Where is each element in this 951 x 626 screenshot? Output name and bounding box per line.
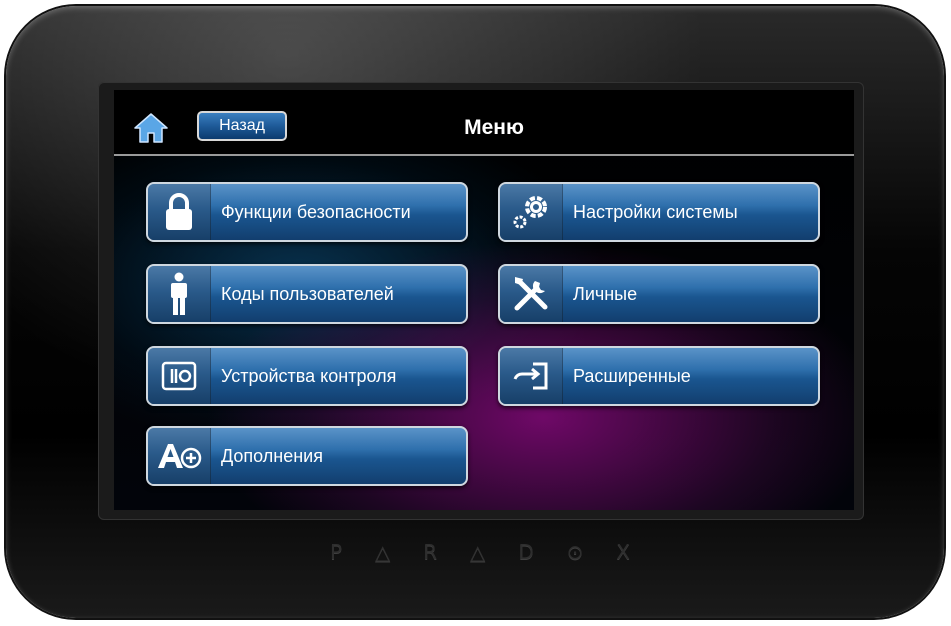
tools-icon (500, 266, 563, 322)
menu-button-advanced[interactable]: Расширенные (498, 346, 820, 406)
login-arrow-icon (500, 348, 563, 404)
home-icon (134, 113, 168, 143)
menu-button-add-ons[interactable]: Дополнения (146, 426, 468, 486)
menu-button-user-codes[interactable]: Коды пользователей (146, 264, 468, 324)
brand-letter: D (518, 540, 534, 564)
menu-button-control-devices[interactable]: Устройства контроля (146, 346, 468, 406)
brand-letter: △ (374, 540, 391, 564)
brand-letter: ⊙ (566, 540, 584, 564)
menu-button-label: Устройства контроля (221, 366, 397, 386)
top-bar: Назад Меню (114, 90, 854, 156)
menu-button-label: Функции безопасности (221, 202, 411, 222)
menu-button-label: Коды пользователей (221, 284, 394, 304)
menu-button-label: Настройки системы (573, 202, 738, 222)
gears-icon (500, 184, 563, 240)
brand-logo: P △ R △ D ⊙ X (330, 540, 630, 564)
brand-letter: △ (470, 540, 486, 564)
touch-screen: Назад Меню Функции безопасности Настройк… (114, 90, 854, 510)
menu-button-label: Личные (573, 284, 638, 304)
brand-letter: P (330, 540, 343, 564)
menu-button-label: Дополнения (221, 446, 323, 466)
back-button[interactable]: Назад (197, 111, 287, 141)
menu-button-system-settings[interactable]: Настройки системы (498, 182, 820, 242)
add-on-icon (148, 428, 211, 484)
user-icon (148, 266, 211, 322)
page-title: Меню (464, 116, 524, 139)
lock-icon (148, 184, 211, 240)
brand-letter: X (616, 540, 630, 564)
home-button[interactable] (134, 112, 168, 144)
brand-letter: R (423, 540, 438, 564)
menu-button-security-functions[interactable]: Функции безопасности (146, 182, 468, 242)
menu-button-personal[interactable]: Личные (498, 264, 820, 324)
switch-icon (148, 348, 211, 404)
menu-button-label: Расширенные (573, 366, 691, 386)
